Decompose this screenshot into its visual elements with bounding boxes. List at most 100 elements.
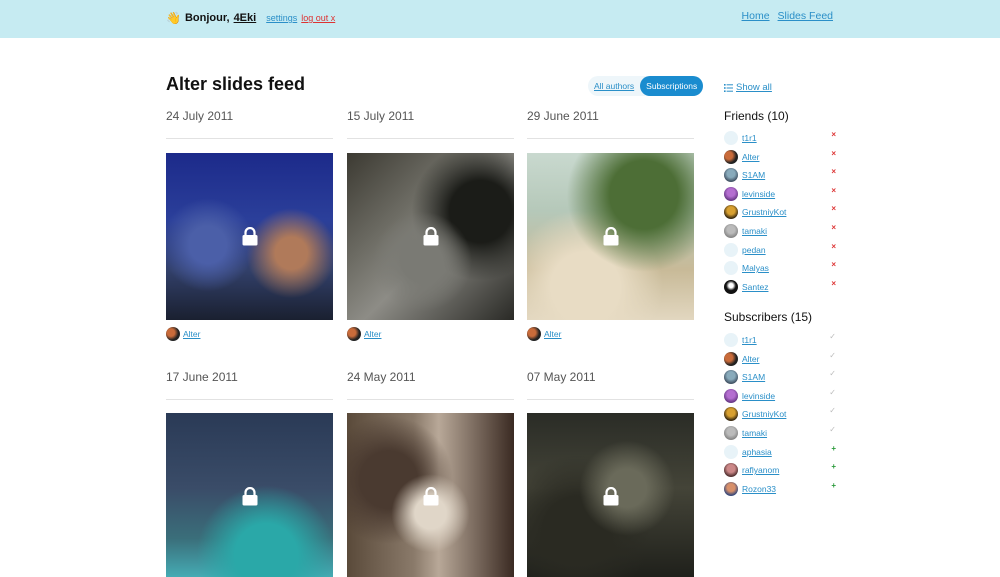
avatar — [724, 131, 738, 145]
remove-friend-icon[interactable]: × — [831, 204, 836, 213]
user-link[interactable]: Alter — [742, 354, 759, 364]
add-friend-icon[interactable]: + — [831, 444, 836, 453]
avatar — [724, 149, 738, 164]
page-title: Alter slides feed — [166, 74, 306, 94]
show-all-link[interactable]: Show all — [736, 82, 772, 93]
lock-icon — [603, 227, 619, 246]
slide-author-link[interactable]: Alter — [544, 329, 561, 339]
slide-author: Alter — [527, 327, 561, 341]
check-icon[interactable]: ✓ — [829, 425, 836, 434]
user-link[interactable]: levinside — [742, 391, 775, 401]
logout-link[interactable]: log out x — [301, 13, 335, 23]
locked-slide-thumbnail[interactable] — [347, 413, 514, 577]
user-link[interactable]: aphasia — [742, 447, 772, 457]
check-icon[interactable]: ✓ — [829, 332, 836, 341]
add-friend-icon[interactable]: + — [831, 481, 836, 490]
user-row: Alter × — [724, 149, 836, 165]
check-icon[interactable]: ✓ — [829, 388, 836, 397]
user-link[interactable]: raflyanom — [742, 465, 779, 475]
date-divider — [527, 138, 694, 139]
avatar — [724, 444, 738, 459]
user-link[interactable]: Santez — [742, 282, 768, 292]
locked-slide-thumbnail[interactable] — [347, 153, 514, 320]
user-link[interactable]: Malyas — [742, 263, 769, 273]
slide-date: 15 July 2011 — [347, 109, 415, 123]
user-link[interactable]: tamaki — [742, 226, 767, 236]
remove-friend-icon[interactable]: × — [831, 149, 836, 158]
add-friend-icon[interactable]: + — [831, 462, 836, 471]
user-row: tamaki × — [724, 223, 836, 239]
user-row: Malyas × — [724, 260, 836, 276]
avatar — [724, 242, 738, 257]
avatar — [724, 279, 738, 294]
user-link[interactable]: Alter — [742, 152, 759, 162]
remove-friend-icon[interactable]: × — [831, 279, 836, 288]
nav-home-link[interactable]: Home — [742, 10, 770, 22]
avatar — [724, 481, 738, 496]
user-row: Alter ✓ — [724, 351, 836, 367]
subscribers-heading: Subscribers (15) — [724, 310, 813, 324]
lock-icon — [603, 487, 619, 506]
avatar — [724, 205, 738, 220]
avatar — [724, 168, 738, 183]
check-icon[interactable]: ✓ — [829, 406, 836, 415]
user-link[interactable]: GrustniyKot — [742, 207, 786, 217]
user-row: pedan × — [724, 242, 836, 258]
wave-icon: 👋 — [166, 11, 181, 25]
locked-slide-thumbnail[interactable] — [166, 153, 333, 320]
user-link[interactable]: tamaki — [742, 428, 767, 438]
user-link[interactable]: Rozon33 — [742, 484, 776, 494]
user-link[interactable]: GrustniyKot — [742, 409, 786, 419]
date-divider — [527, 399, 694, 400]
date-divider — [166, 399, 333, 400]
filter-all-authors[interactable]: All authors — [588, 76, 640, 96]
header: 👋 Bonjour, 4Eki settings log out x Home … — [0, 0, 1000, 38]
avatar — [724, 351, 738, 366]
greeting-text: Bonjour, — [184, 12, 230, 24]
user-link[interactable]: pedan — [742, 245, 766, 255]
check-icon[interactable]: ✓ — [829, 351, 836, 360]
nav-slides-feed-link[interactable]: Slides Feed — [778, 10, 833, 22]
remove-friend-icon[interactable]: × — [831, 260, 836, 269]
remove-friend-icon[interactable]: × — [831, 130, 836, 139]
date-divider — [347, 399, 514, 400]
locked-slide-thumbnail[interactable] — [527, 413, 694, 577]
filter-subscriptions[interactable]: Subscriptions — [640, 76, 704, 96]
user-link[interactable]: S1AM — [742, 372, 765, 382]
remove-friend-icon[interactable]: × — [831, 186, 836, 195]
user-row: t1r1 × — [724, 130, 836, 146]
lock-icon — [242, 487, 258, 506]
date-divider — [347, 138, 514, 139]
date-divider — [166, 138, 333, 139]
remove-friend-icon[interactable]: × — [831, 242, 836, 251]
settings-link[interactable]: settings — [266, 13, 297, 23]
friends-heading: Friends (10) — [724, 109, 789, 123]
user-link[interactable]: t1r1 — [742, 133, 757, 143]
author-filter: All authors Subscriptions — [588, 76, 704, 96]
user-link[interactable]: S1AM — [742, 170, 765, 180]
avatar — [724, 186, 738, 201]
user-link[interactable]: t1r1 — [742, 335, 757, 345]
locked-slide-thumbnail[interactable] — [527, 153, 694, 320]
slide-date: 29 June 2011 — [527, 109, 599, 123]
remove-friend-icon[interactable]: × — [831, 223, 836, 232]
slide-author-link[interactable]: Alter — [364, 329, 381, 339]
user-row: GrustniyKot × — [724, 204, 836, 220]
user-row: Rozon33 + — [724, 481, 836, 497]
slide-date: 24 July 2011 — [166, 109, 234, 123]
slide-date: 24 May 2011 — [347, 370, 416, 384]
username-link[interactable]: 4Eki — [234, 12, 257, 24]
slide-date: 17 June 2011 — [166, 370, 238, 384]
slide-author-link[interactable]: Alter — [183, 329, 200, 339]
user-row: Santez × — [724, 279, 836, 295]
remove-friend-icon[interactable]: × — [831, 167, 836, 176]
slide-date: 07 May 2011 — [527, 370, 596, 384]
check-icon[interactable]: ✓ — [829, 369, 836, 378]
user-row: S1AM ✓ — [724, 369, 836, 385]
avatar — [527, 327, 541, 341]
locked-slide-thumbnail[interactable] — [166, 413, 333, 577]
user-link[interactable]: levinside — [742, 189, 775, 199]
user-row: tamaki ✓ — [724, 425, 836, 441]
show-all[interactable]: Show all — [724, 82, 772, 93]
avatar — [724, 426, 738, 440]
